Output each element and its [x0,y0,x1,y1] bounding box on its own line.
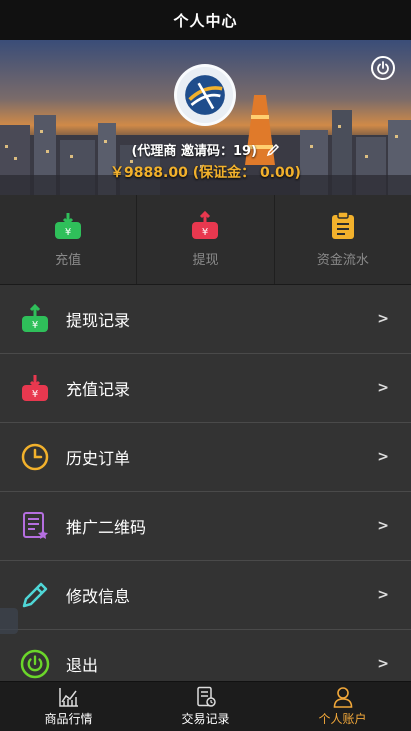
agent-invite-line: (代理商 邀请码：19) [0,140,411,159]
bottom-nav: 商品行情 交易记录 个人账户 [0,681,411,731]
power-icon [377,61,389,75]
chart-icon [58,688,78,707]
profile-banner: (代理商 邀请码：19) ￥9888.00 (保证金： 0.00) [0,40,411,195]
chevron-right-icon: > [377,587,389,603]
nav-tab-label: 交易记录 [181,712,230,726]
chevron-right-icon: > [377,380,389,396]
quick-action-withdraw[interactable]: ¥ 提现 [137,195,275,284]
balance-text: ￥9888.00 (保证金： 0.00) [110,165,301,181]
quick-action-fund-flow[interactable]: 资金流水 [275,195,411,284]
power-icon [20,649,50,679]
account-menu: ¥ 提现记录 > ¥ 充值记录 > 历史订单 > 推广二维码 > 修改信息 > … [0,285,411,699]
clipboard-icon [331,211,354,239]
qrcode-doc-icon [23,512,48,539]
side-floating-tab[interactable] [0,608,18,634]
menu-item-label: 历史订单 [66,449,131,468]
menu-item-label: 充值记录 [66,380,131,399]
svg-text:¥: ¥ [65,227,71,238]
clock-icon [21,443,49,471]
quick-action-label: 充值 [55,253,82,268]
menu-item-edit-info[interactable]: 修改信息 > [0,561,411,630]
user-icon [333,687,352,708]
withdraw-record-icon: ¥ [22,303,48,332]
nav-tab-market[interactable]: 商品行情 [0,682,137,731]
svg-text:¥: ¥ [32,389,38,400]
quick-actions: ¥ 充值 ¥ 提现 资金流水 [0,195,411,285]
menu-item-label: 提现记录 [66,311,131,330]
svg-text:¥: ¥ [32,320,38,331]
menu-item-promo-qrcode[interactable]: 推广二维码 > [0,492,411,561]
avatar[interactable] [174,64,236,126]
chevron-right-icon: > [377,518,389,534]
menu-item-label: 退出 [66,656,99,675]
nav-tab-account[interactable]: 个人账户 [274,682,411,731]
menu-item-label: 推广二维码 [66,518,147,537]
page-title: 个人中心 [173,11,238,30]
nav-tab-label: 个人账户 [318,712,367,726]
quick-action-label: 提现 [192,253,219,268]
nav-tab-trade-records[interactable]: 交易记录 [137,682,274,731]
chevron-right-icon: > [377,449,389,465]
deposit-icon: ¥ [55,213,82,239]
chevron-right-icon: > [377,311,389,327]
withdraw-icon: ¥ [192,211,219,239]
quick-action-deposit[interactable]: ¥ 充值 [0,195,138,284]
svg-text:¥: ¥ [202,227,208,238]
menu-item-label: 修改信息 [66,587,131,606]
page-header: 个人中心 [0,0,411,40]
chevron-right-icon: > [377,656,389,672]
menu-item-deposit-records[interactable]: ¥ 充值记录 > [0,354,411,423]
quick-action-label: 资金流水 [316,253,369,268]
deposit-record-icon: ¥ [22,375,48,401]
document-icon [196,686,216,707]
logout-power-button[interactable] [371,56,395,80]
edit-pencil-icon[interactable] [266,143,280,157]
brand-logo-icon [177,67,233,123]
menu-item-withdraw-records[interactable]: ¥ 提现记录 > [0,285,411,354]
menu-item-history-orders[interactable]: 历史订单 > [0,423,411,492]
app-root: 个人中心 (代理商 邀请码：19) ￥9888.00 (保证金： 0.00) ¥… [0,0,411,731]
nav-tab-label: 商品行情 [44,712,93,726]
agent-invite-text: (代理商 邀请码：19) [131,144,257,159]
edit-pencil-icon [22,582,48,608]
